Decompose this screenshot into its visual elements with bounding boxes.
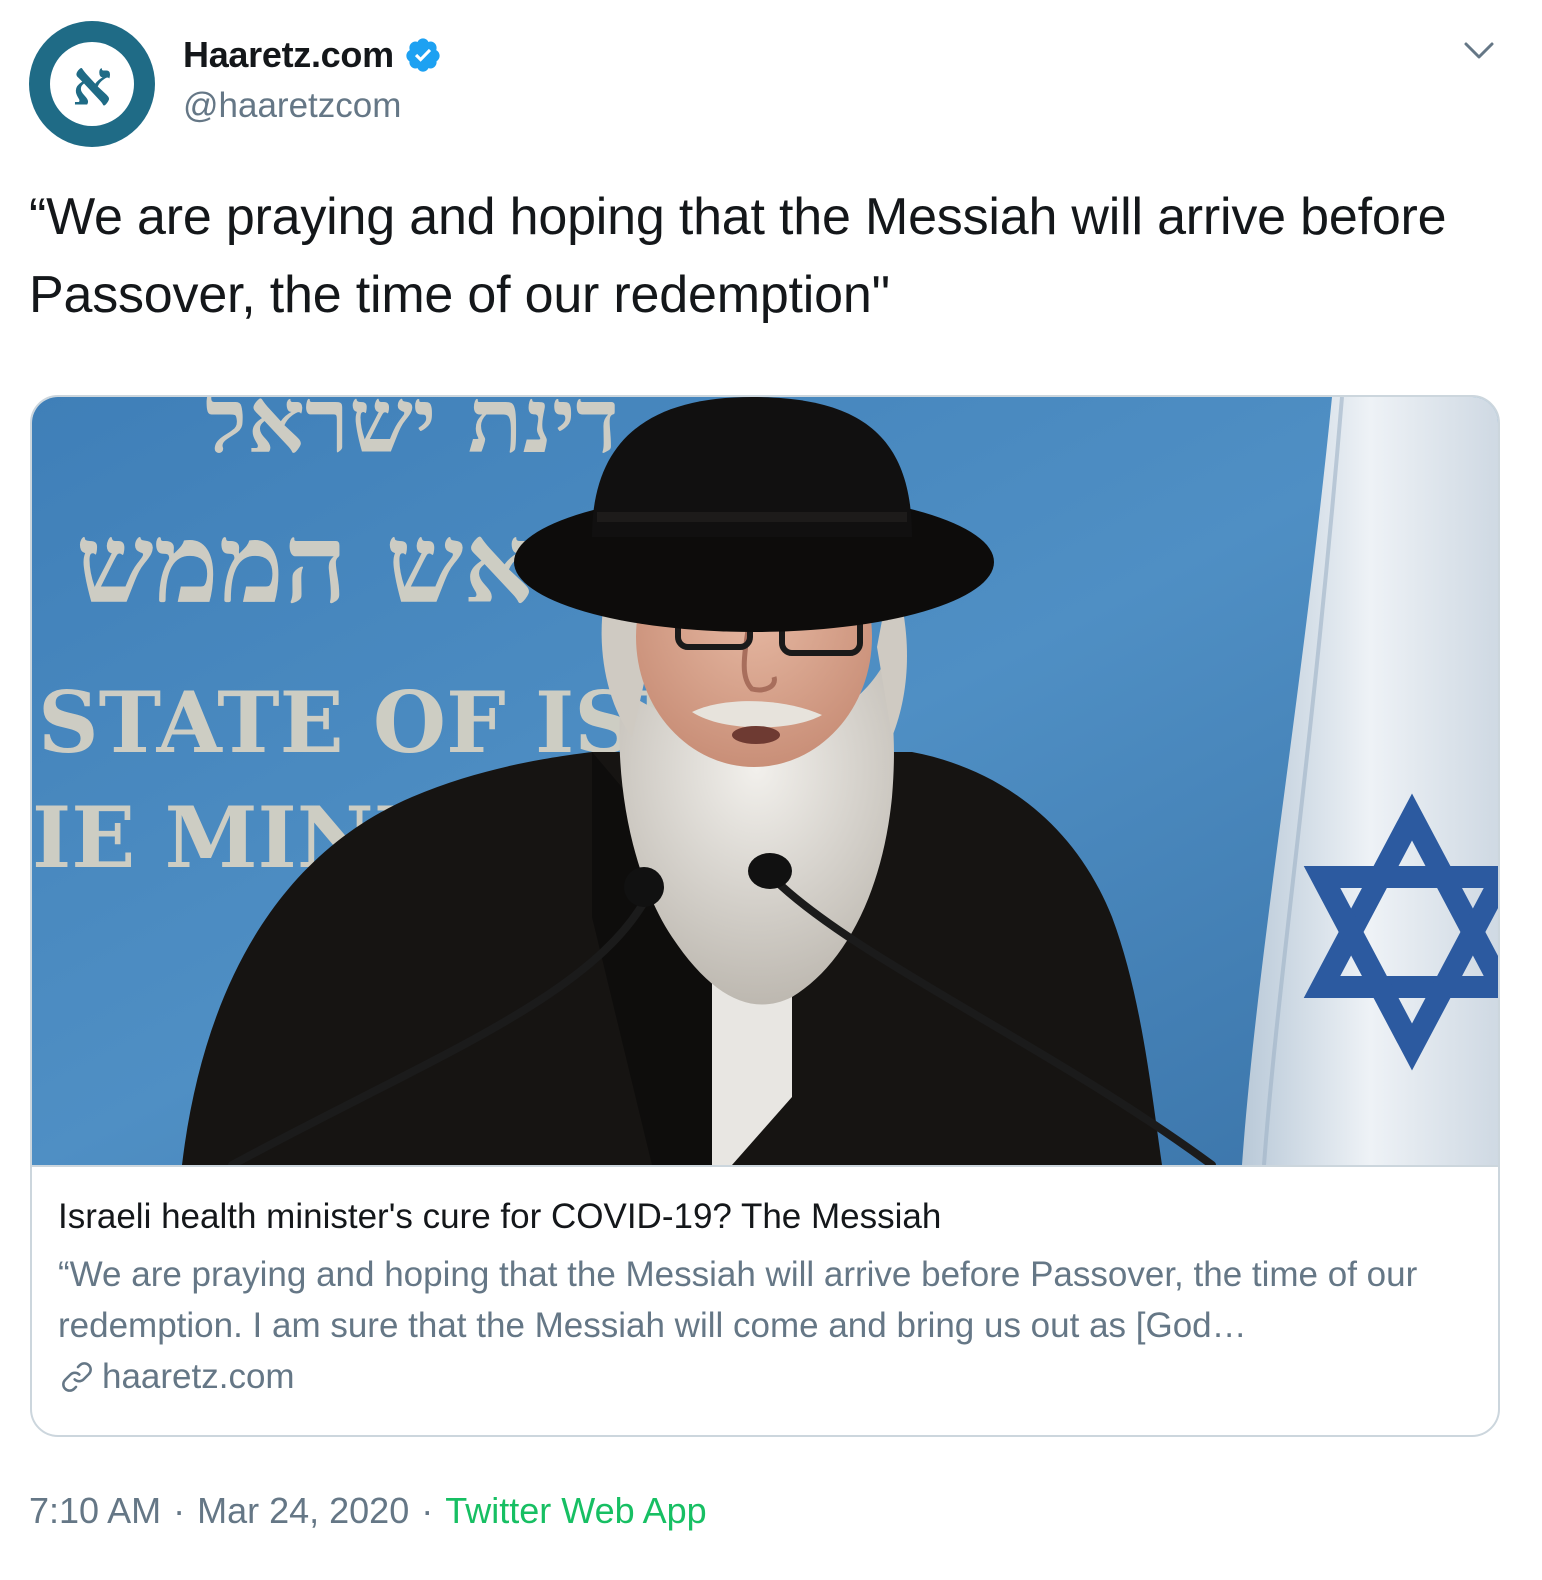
avatar-glyph: א — [72, 47, 112, 120]
tweet-time[interactable]: 7:10 AM — [29, 1490, 161, 1532]
tweet-date[interactable]: Mar 24, 2020 — [197, 1490, 409, 1532]
wall-hebrew-line1: דינת ישראל — [204, 397, 619, 474]
link-icon — [62, 1362, 92, 1392]
verified-badge-icon — [406, 38, 440, 72]
card-description: “We are praying and hoping that the Mess… — [58, 1255, 1418, 1345]
card-image: דינת ישראל ראש הממש STATE OF ISR IE MINI… — [32, 397, 1498, 1167]
chevron-down-icon[interactable] — [1462, 36, 1496, 64]
tweet-text: “We are praying and hoping that the Mess… — [29, 188, 1447, 324]
card-title[interactable]: Israeli health minister's cure for COVID… — [58, 1197, 941, 1237]
wall-hebrew-line2: ראש הממש — [76, 499, 588, 628]
tweet-meta: 7:10 AM · Mar 24, 2020 · Twitter Web App — [29, 1490, 707, 1532]
avatar-logo: א — [50, 42, 134, 126]
tweet-source-link[interactable]: Twitter Web App — [445, 1490, 706, 1532]
link-card[interactable]: דינת ישראל ראש הממש STATE OF ISR IE MINI… — [30, 395, 1500, 1437]
author-name-row: Haaretz.com — [183, 34, 442, 76]
meta-separator: · — [173, 1490, 186, 1531]
avatar[interactable]: א — [29, 21, 155, 147]
meta-separator: · — [421, 1490, 434, 1531]
author-handle[interactable]: @haaretzcom — [183, 86, 401, 126]
tweet: א Haaretz.com @haaretzcom “We are prayin… — [0, 0, 1542, 1580]
card-domain: haaretz.com — [102, 1357, 295, 1396]
card-domain-row: haaretz.com — [58, 1357, 295, 1397]
card-photo: דינת ישראל ראש הממש STATE OF ISR IE MINI… — [32, 397, 1498, 1165]
display-name[interactable]: Haaretz.com — [183, 34, 394, 76]
